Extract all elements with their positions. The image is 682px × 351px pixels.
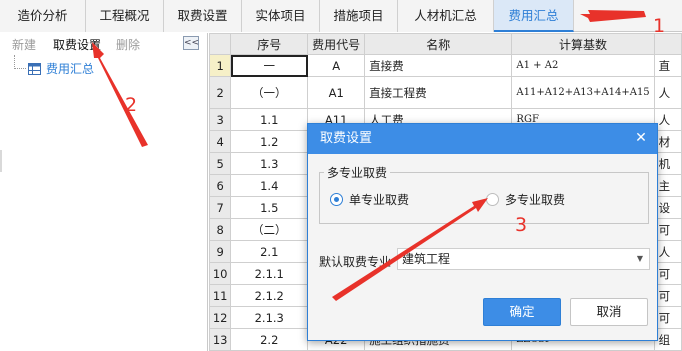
default-discipline-value: 建筑工程: [402, 252, 451, 266]
truncated-cell[interactable]: 可: [653, 306, 682, 329]
row-number-cell[interactable]: 12: [209, 306, 232, 329]
tab-labor-material-summary[interactable]: 人材机汇总: [398, 0, 494, 32]
row-number-cell[interactable]: 10: [209, 262, 232, 285]
truncated-cell[interactable]: 设: [653, 196, 682, 219]
radio-single-label: 单专业取费: [349, 193, 410, 207]
seq-cell[interactable]: 2.1.2: [230, 284, 309, 307]
truncated-cell[interactable]: 可: [653, 218, 682, 241]
table-icon: [28, 63, 41, 75]
row-number-cell[interactable]: 7: [209, 196, 232, 219]
tab-project-overview[interactable]: 工程概况: [86, 0, 164, 32]
cancel-button[interactable]: 取消: [570, 298, 648, 326]
row-number-cell[interactable]: 2: [209, 76, 232, 109]
row-number-cell[interactable]: 11: [209, 284, 232, 307]
tab-fee-settings[interactable]: 取费设置: [164, 0, 242, 32]
truncated-cell[interactable]: 机: [653, 152, 682, 175]
truncated-cell[interactable]: 可: [653, 284, 682, 307]
row-number-cell[interactable]: 6: [209, 174, 232, 197]
group-label: 多专业取费: [324, 164, 391, 181]
seq-cell[interactable]: 2.1.3: [230, 306, 309, 329]
truncated-cell[interactable]: 人: [653, 108, 682, 131]
name-cell[interactable]: 直接工程费: [364, 76, 513, 109]
table-row[interactable]: 2 （一） A1 直接工程费 A11+A12+A13+A14+A15 人: [209, 76, 682, 109]
annotation-number-2: 2: [125, 94, 138, 116]
corner-cell[interactable]: [209, 33, 232, 55]
radio-single-discipline[interactable]: 单专业取费: [330, 191, 409, 208]
annotation-number-3: 3: [515, 214, 528, 236]
default-discipline-label: 默认取费专业: [319, 255, 392, 269]
truncated-cell[interactable]: 人: [653, 240, 682, 263]
tab-entity-items[interactable]: 实体项目: [242, 0, 320, 32]
radio-multi-label: 多专业取费: [505, 193, 566, 207]
fee-settings-dialog: 取费设置 ✕ 多专业取费 单专业取费 多专业取费 默认取费专业 建筑工程 ▼ 确…: [307, 123, 658, 341]
radio-checked-icon: [330, 193, 343, 206]
left-toolbar: 新建 取费设置 删除 <<: [0, 33, 208, 55]
seq-cell[interactable]: 1.3: [230, 152, 309, 175]
radio-multi-discipline[interactable]: 多专业取费: [486, 191, 565, 208]
col-header-code[interactable]: 费用代号: [307, 33, 366, 55]
collapse-panel-icon[interactable]: <<: [183, 36, 199, 50]
top-tab-bar: 造价分析 工程概况 取费设置 实体项目 措施项目 人材机汇总 费用汇总: [0, 0, 682, 32]
splitter-mark: [0, 150, 2, 172]
close-icon[interactable]: ✕: [633, 130, 649, 146]
seq-cell[interactable]: 1.1: [230, 108, 309, 131]
seq-cell[interactable]: 2.2: [230, 328, 309, 351]
tab-cost-analysis[interactable]: 造价分析: [0, 0, 86, 32]
left-panel: 新建 取费设置 删除 << 费用汇总: [0, 33, 208, 351]
delete-button[interactable]: 删除: [116, 36, 140, 53]
row-number-cell[interactable]: 4: [209, 130, 232, 153]
name-cell[interactable]: 直接费: [364, 54, 513, 77]
tab-cost-summary[interactable]: 费用汇总: [494, 0, 574, 32]
row-number-cell[interactable]: 3: [209, 108, 232, 131]
dialog-title: 取费设置: [308, 124, 657, 154]
tree-connector: [14, 55, 26, 69]
calc-base-cell[interactable]: A1 + A2: [511, 54, 655, 77]
seq-cell[interactable]: 一: [230, 54, 309, 77]
new-button[interactable]: 新建: [12, 36, 36, 53]
truncated-cell[interactable]: 直: [653, 54, 682, 77]
truncated-cell[interactable]: 主: [653, 174, 682, 197]
seq-cell[interactable]: 2.1: [230, 240, 309, 263]
row-number-cell[interactable]: 1: [209, 54, 232, 77]
truncated-cell[interactable]: 组: [653, 328, 682, 351]
table-header-row: 序号 费用代号 名称 计算基数: [209, 33, 682, 55]
truncated-cell[interactable]: 材: [653, 130, 682, 153]
fee-settings-button[interactable]: 取费设置: [53, 36, 101, 53]
row-number-cell[interactable]: 8: [209, 218, 232, 241]
code-cell[interactable]: A1: [307, 76, 366, 109]
tree-node-label: 费用汇总: [46, 62, 95, 76]
row-number-cell[interactable]: 13: [209, 328, 232, 351]
col-header-calc-base[interactable]: 计算基数: [511, 33, 655, 55]
tree-node-cost-summary[interactable]: 费用汇总: [28, 60, 94, 78]
seq-cell[interactable]: 1.4: [230, 174, 309, 197]
row-number-cell[interactable]: 9: [209, 240, 232, 263]
seq-cell[interactable]: 1.5: [230, 196, 309, 219]
truncated-cell[interactable]: 可: [653, 262, 682, 285]
radio-unchecked-icon: [486, 193, 499, 206]
code-cell[interactable]: A: [307, 54, 366, 77]
seq-cell[interactable]: 2.1.1: [230, 262, 309, 285]
calc-base-cell[interactable]: A11+A12+A13+A14+A15: [511, 76, 655, 109]
col-header-seq[interactable]: 序号: [230, 33, 309, 55]
tab-measure-items[interactable]: 措施项目: [320, 0, 398, 32]
chevron-down-icon: ▼: [636, 254, 643, 263]
col-header-name[interactable]: 名称: [364, 33, 513, 55]
annotation-number-1: 1: [653, 15, 666, 37]
seq-cell[interactable]: （一）: [230, 76, 309, 109]
ok-button[interactable]: 确定: [483, 298, 561, 326]
table-row[interactable]: 1 一 A 直接费 A1 + A2 直: [209, 54, 682, 77]
row-number-cell[interactable]: 5: [209, 152, 232, 175]
default-discipline-select[interactable]: 建筑工程 ▼: [397, 248, 650, 270]
truncated-cell[interactable]: 人: [653, 76, 682, 109]
seq-cell[interactable]: （二）: [230, 218, 309, 241]
seq-cell[interactable]: 1.2: [230, 130, 309, 153]
